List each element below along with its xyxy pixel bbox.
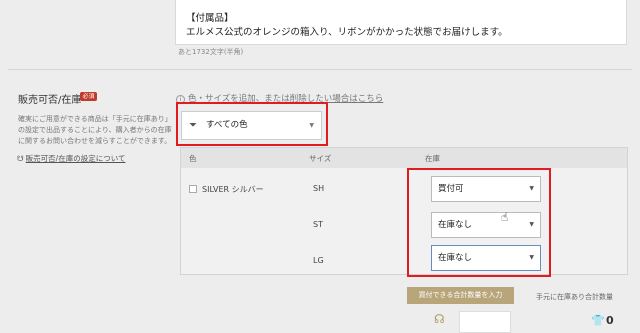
description-line-2: エルメス公式のオレンジの箱入り、リボンがかかった状態でお届けします。: [186, 27, 508, 38]
hands-icon: ☊: [434, 312, 445, 326]
section-description-line-3: に関するお問い合わせを減らすことができます。: [18, 137, 172, 145]
table-body: SILVER シルバー SH ST LG 買付可 ▼ 在庫なし ▼ 在庫なし ▼: [181, 168, 627, 274]
section-title: 販売可否/在庫: [18, 95, 82, 106]
highlight-box-color-filter: [176, 102, 328, 146]
buyable-total-button[interactable]: 買付できる合計数量を入力: [407, 287, 514, 304]
description-textarea[interactable]: 【付属品】 エルメス公式のオレンジの箱入り、リボンがかかった状態でお届けします。: [175, 0, 627, 45]
stock-table: 色 サイズ 在庫 SILVER シルバー SH ST LG 買付可 ▼ 在庫なし…: [180, 147, 628, 275]
char-count: あと1732文字(半角): [178, 48, 244, 56]
header-color: 色: [189, 154, 197, 163]
description-line-1: 【付属品】: [186, 13, 234, 24]
size-cell-st: ST: [313, 220, 323, 229]
color-cell: SILVER シルバー: [189, 184, 264, 195]
highlight-box-stock: [407, 168, 551, 277]
color-swatch-icon: [189, 185, 197, 193]
table-header: 色 サイズ 在庫: [181, 148, 627, 168]
buyable-total-input[interactable]: [459, 311, 511, 333]
size-cell-sh: SH: [313, 184, 325, 193]
stock-help-link-label: 販売可否/在庫の設定について: [25, 154, 126, 163]
required-badge: 必須: [80, 92, 97, 101]
hand-pointer-icon: ☝: [501, 210, 509, 224]
in-stock-total-value: 0: [606, 314, 614, 327]
in-stock-total-label: 手元に在庫あり合計数量: [536, 293, 613, 301]
shirt-icon: 👕: [591, 314, 605, 327]
size-cell-lg: LG: [313, 256, 324, 265]
section-divider: [8, 69, 632, 70]
color-name: SILVER シルバー: [202, 185, 264, 194]
section-description-line-2: の設定で出品することにより、購入者からの在庫: [18, 126, 172, 134]
section-description-line-1: 確実にご用意ができる商品は「手元に在庫あり」: [18, 115, 172, 123]
header-size: サイズ: [309, 154, 332, 163]
help-icon: ☋: [17, 154, 24, 163]
header-stock: 在庫: [425, 154, 440, 163]
stock-help-link[interactable]: ☋ 販売可否/在庫の設定について: [17, 153, 125, 164]
